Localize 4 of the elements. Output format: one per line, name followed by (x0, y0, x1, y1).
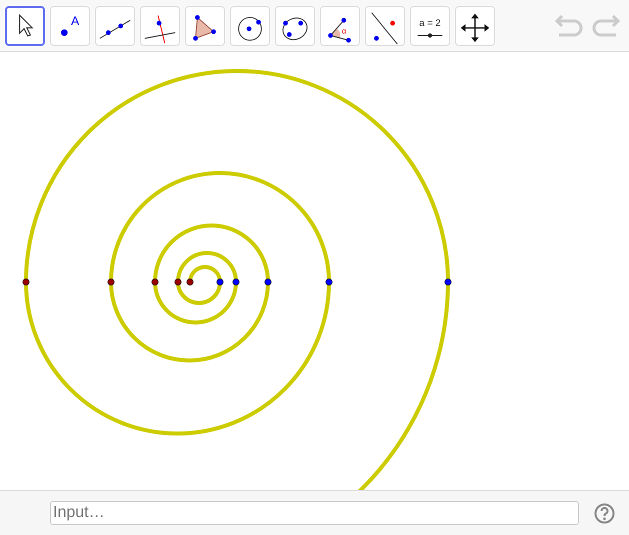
tool-button[interactable]: α (320, 6, 360, 46)
tool-button[interactable]: A (50, 6, 90, 46)
input-field[interactable]: Input… (50, 501, 579, 525)
slider-tool-button[interactable]: a = 2 (410, 6, 450, 46)
